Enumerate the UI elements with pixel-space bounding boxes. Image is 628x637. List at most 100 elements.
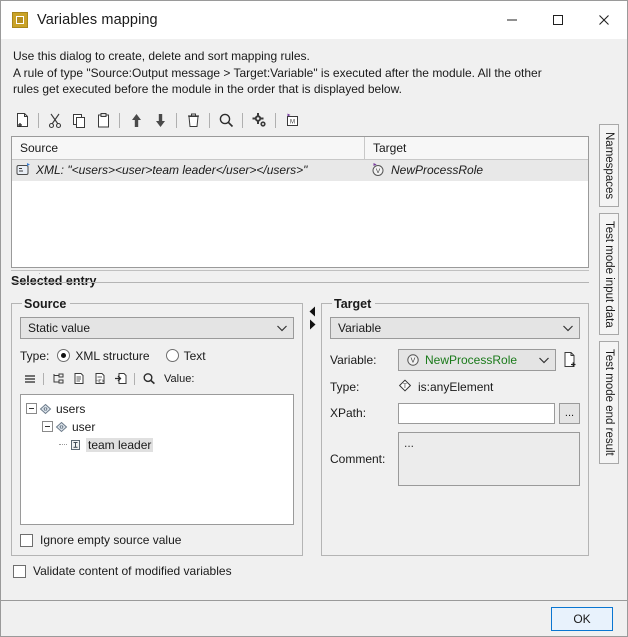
toolbar-separator: [176, 113, 177, 128]
selected-entry-legend: Selected entry: [11, 274, 102, 288]
radio-xml-structure[interactable]: XML structure: [57, 349, 149, 363]
column-header-target[interactable]: Target: [365, 137, 588, 160]
dialog-button-bar: OK: [1, 600, 627, 636]
close-button[interactable]: [581, 1, 627, 39]
tree-view-icon[interactable]: [48, 370, 67, 388]
svg-text:HEX: HEX: [95, 379, 104, 384]
ok-button[interactable]: OK: [551, 607, 613, 631]
toolbar-separator: [119, 113, 120, 128]
variable-icon: V: [371, 163, 386, 177]
chevron-down-icon: [557, 324, 579, 332]
minimize-button[interactable]: [489, 1, 535, 39]
new-variable-icon[interactable]: [560, 349, 580, 371]
tab-test-mode-end-result[interactable]: Test mode end result: [599, 341, 619, 464]
copy-icon[interactable]: [68, 110, 90, 132]
selected-entry-topline: [11, 282, 589, 283]
cut-icon[interactable]: [44, 110, 66, 132]
source-value-label: Value:: [164, 373, 194, 385]
paste-icon[interactable]: [92, 110, 114, 132]
target-panel: Target Variable Variable:: [321, 297, 589, 557]
list-view-icon[interactable]: [20, 370, 39, 388]
title-bar: Variables mapping: [1, 1, 627, 39]
tab-namespaces[interactable]: Namespaces: [599, 124, 619, 207]
variable-icon: V: [406, 353, 420, 367]
tab-test-mode-input-data[interactable]: Test mode input data: [599, 213, 619, 336]
delete-icon[interactable]: [182, 110, 204, 132]
tree-expander[interactable]: [42, 421, 53, 432]
variables-mapping-icon: [12, 12, 28, 28]
tree-node-label: user: [72, 420, 95, 434]
tree-expander[interactable]: [26, 403, 37, 414]
hex-document-icon[interactable]: HEX: [90, 370, 109, 388]
checkbox-box: [20, 534, 33, 547]
toolbar-separator: [242, 113, 243, 128]
xpath-browse-button[interactable]: ...: [559, 403, 580, 424]
table-empty-area[interactable]: [12, 181, 588, 267]
import-document-icon[interactable]: [111, 370, 130, 388]
source-value-toolbar: HEX: [20, 370, 294, 388]
svg-text:V: V: [376, 168, 381, 175]
vertical-splitter[interactable]: [303, 297, 321, 557]
side-tab-strip: Namespaces Test mode input data Test mod…: [599, 106, 623, 601]
source-panel: Source Static value Type: XML struct: [11, 297, 303, 557]
tree-connector: [59, 444, 67, 445]
selected-entry-group: Selected entry Source Static value: [11, 283, 589, 557]
table-row[interactable]: XML: "<users><user>team leader</user></u…: [12, 160, 588, 181]
mapping-rules-table[interactable]: Source Target XML: "<user: [11, 136, 589, 268]
variable-value: NewProcessRole: [425, 353, 533, 367]
search-icon[interactable]: [215, 110, 237, 132]
target-kind-dropdown[interactable]: Variable: [330, 317, 580, 339]
radio-text[interactable]: Text: [166, 349, 206, 363]
svg-text:T: T: [403, 383, 407, 389]
cell-target[interactable]: V NewProcessRole: [365, 160, 588, 181]
xpath-input[interactable]: [398, 403, 555, 424]
tree-node-team-leader[interactable]: team leader: [26, 436, 289, 454]
source-panel-legend: Source: [22, 297, 70, 311]
main-column: M Source Target: [1, 106, 599, 601]
xpath-row: ...: [398, 403, 580, 424]
source-xml-tree[interactable]: users user: [20, 394, 294, 526]
source-kind-dropdown[interactable]: Static value: [20, 317, 294, 339]
xml-element-icon: [39, 403, 52, 415]
svg-text:V: V: [411, 357, 416, 364]
comment-textarea[interactable]: ...: [398, 432, 580, 486]
new-rule-icon[interactable]: [11, 110, 33, 132]
toolbar-separator: [275, 113, 276, 128]
source-type-row: Type: XML structure Text: [20, 349, 294, 363]
column-header-source[interactable]: Source: [12, 137, 365, 160]
svg-text:M: M: [290, 120, 295, 126]
move-up-icon[interactable]: [125, 110, 147, 132]
window-controls: [489, 1, 627, 39]
target-panel-legend: Target: [332, 297, 375, 311]
vertical-splitter-arrows[interactable]: [308, 305, 317, 331]
type-diamond-icon: T: [398, 379, 412, 395]
variable-label: Variable:: [330, 353, 392, 367]
source-kind-value: Static value: [28, 321, 271, 335]
selected-entry-content: Source Static value Type: XML struct: [11, 283, 589, 557]
variable-dropdown[interactable]: V NewProcessRole: [398, 349, 556, 371]
splitter-left-arrow-icon: [308, 305, 317, 318]
radio-dot: [57, 349, 70, 362]
move-down-icon[interactable]: [149, 110, 171, 132]
cell-source[interactable]: XML: "<users><user>team leader</user></u…: [12, 160, 365, 181]
cell-target-text: NewProcessRole: [391, 163, 483, 177]
toolbar-separator: [38, 113, 39, 128]
settings-icon[interactable]: [248, 110, 270, 132]
validate-content-checkbox[interactable]: Validate content of modified variables: [13, 564, 599, 578]
macro-icon[interactable]: M: [281, 110, 303, 132]
dialog-description: Use this dialog to create, delete and so…: [1, 39, 627, 106]
minibar-separator: [43, 373, 44, 385]
minibar-separator: [134, 373, 135, 385]
search-icon[interactable]: [139, 370, 158, 388]
tree-node-users[interactable]: users: [26, 400, 289, 418]
type-row: T is:anyElement: [398, 379, 580, 395]
cell-source-text: XML: "<users><user>team leader</user></u…: [36, 163, 307, 177]
xpath-label: XPath:: [330, 406, 392, 420]
maximize-button[interactable]: [535, 1, 581, 39]
document-icon[interactable]: [69, 370, 88, 388]
window-title: Variables mapping: [37, 12, 158, 28]
ignore-empty-source-value-checkbox[interactable]: Ignore empty source value: [20, 533, 294, 547]
tree-node-user[interactable]: user: [26, 418, 289, 436]
chevron-down-icon: [533, 356, 555, 364]
splitter-right-arrow-icon: [308, 318, 317, 331]
